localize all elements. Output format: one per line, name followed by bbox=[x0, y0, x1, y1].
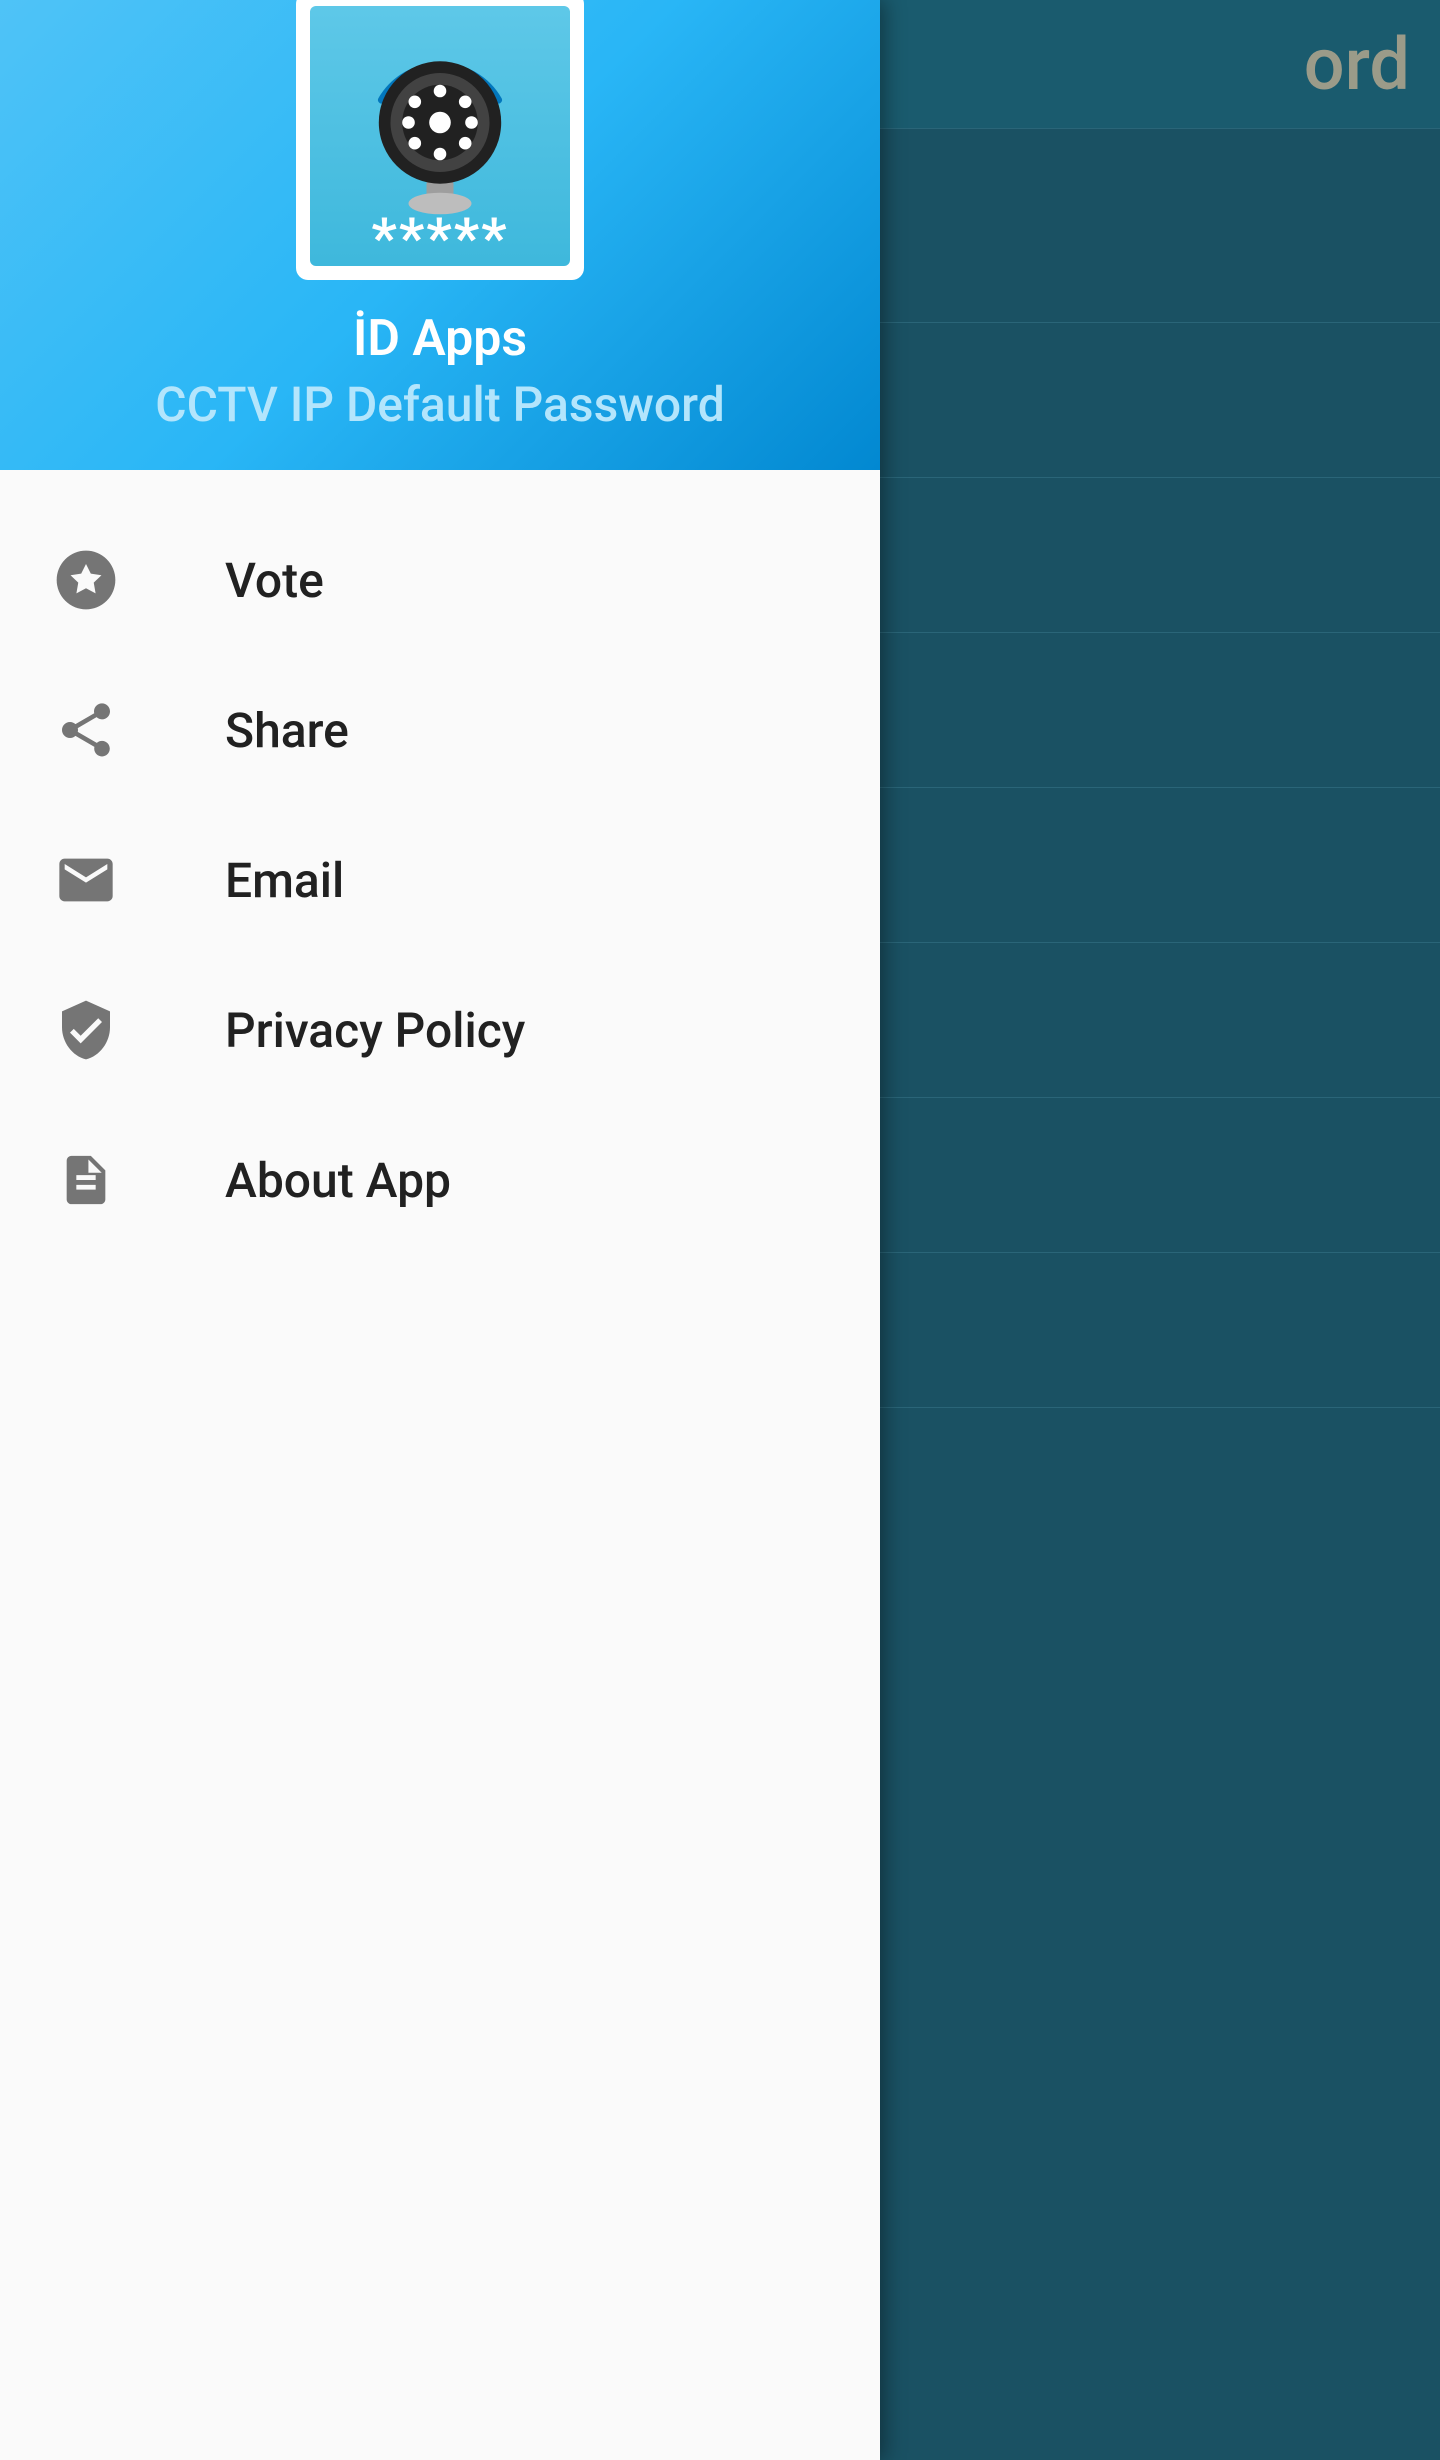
menu-item-privacy-policy[interactable]: Privacy Policy bbox=[0, 955, 880, 1105]
app-publisher: İD Apps bbox=[353, 310, 527, 368]
drawer-menu: Vote Share Email bbox=[0, 470, 880, 2460]
menu-item-label: Vote bbox=[225, 552, 324, 609]
menu-item-share[interactable]: Share bbox=[0, 655, 880, 805]
menu-item-about-app[interactable]: About App bbox=[0, 1105, 880, 1255]
share-icon bbox=[54, 698, 118, 762]
app-icon: ***** bbox=[296, 0, 584, 280]
drawer-header: ***** İD Apps CCTV IP Default Password bbox=[0, 0, 880, 470]
menu-item-label: Privacy Policy bbox=[225, 1002, 525, 1059]
background-appbar-title: ord bbox=[1304, 22, 1410, 107]
app-name: CCTV IP Default Password bbox=[155, 376, 724, 433]
asterisks-text: ***** bbox=[371, 210, 508, 266]
menu-item-vote[interactable]: Vote bbox=[0, 505, 880, 655]
camera-icon bbox=[340, 46, 540, 226]
shield-check-icon bbox=[54, 998, 118, 1062]
menu-item-email[interactable]: Email bbox=[0, 805, 880, 955]
menu-item-label: Share bbox=[225, 702, 349, 759]
star-icon bbox=[54, 548, 118, 612]
app-icon-inner: ***** bbox=[310, 6, 570, 266]
document-icon bbox=[54, 1148, 118, 1212]
email-icon bbox=[54, 848, 118, 912]
menu-item-label: About App bbox=[225, 1152, 451, 1209]
menu-item-label: Email bbox=[225, 852, 344, 909]
navigation-drawer: ***** İD Apps CCTV IP Default Password V… bbox=[0, 0, 880, 2460]
